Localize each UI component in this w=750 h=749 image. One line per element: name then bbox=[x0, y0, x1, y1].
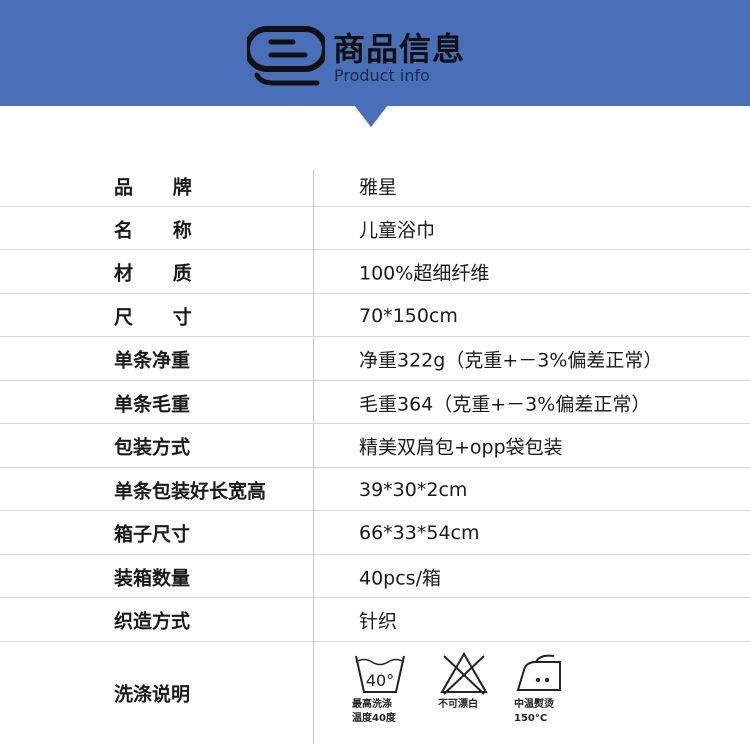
wash-40-icon: 40° bbox=[355, 655, 405, 693]
wash-temp-text: 40° bbox=[366, 671, 394, 690]
row-value: 毛重364（克重+－3%偏差正常） bbox=[359, 393, 651, 415]
table-row: 包装方式 精美双肩包+opp袋包装 bbox=[0, 424, 750, 468]
no-bleach-caption: 不可漂白 bbox=[438, 699, 478, 710]
row-label: 单条毛重 bbox=[114, 393, 191, 415]
row-value: 针织 bbox=[359, 610, 398, 633]
header-banner: 商品信息 Product info bbox=[0, 0, 750, 106]
row-label: 单条净重 bbox=[114, 349, 191, 372]
row-value: 66*33*54cm bbox=[359, 522, 480, 544]
wash-caption: 最高洗涤 温度40度 bbox=[352, 699, 396, 724]
row-label: 洗涤说明 bbox=[114, 683, 191, 706]
row-value: 净重322g（克重+－3%偏差正常） bbox=[359, 349, 663, 372]
care-item-wash: 40° 最高洗涤 温度40度 bbox=[352, 648, 432, 740]
table-row: 单条毛重 毛重364（克重+－3%偏差正常） bbox=[0, 381, 750, 424]
row-label: 箱子尺寸 bbox=[114, 523, 191, 546]
iron-medium-icon bbox=[516, 654, 561, 691]
row-label: 材 质 bbox=[114, 262, 192, 285]
row-value: 70*150cm bbox=[359, 304, 458, 327]
row-value: 儿童浴巾 bbox=[359, 219, 436, 241]
table-row: 织造方式 针织 bbox=[0, 598, 750, 642]
table-row: 品 牌 雅星 bbox=[0, 164, 750, 207]
row-label: 名 称 bbox=[114, 219, 192, 241]
table-row: 材 质 100%超细纤维 bbox=[0, 250, 750, 294]
row-label: 织造方式 bbox=[114, 610, 191, 633]
row-value: 39*30*2cm bbox=[359, 478, 468, 501]
table-row: 装箱数量 40pcs/箱 bbox=[0, 555, 750, 598]
row-value: 100%超细纤维 bbox=[359, 262, 490, 285]
page-title: 商品信息 bbox=[333, 30, 466, 68]
table-row: 尺 寸 70*150cm bbox=[0, 294, 750, 337]
care-symbols: 40° 最高洗涤 温度40度 不可漂白 中温熨烫 150°C bbox=[352, 648, 582, 740]
page-subtitle: Product info bbox=[334, 66, 430, 85]
table-row: 单条净重 净重322g（克重+－3%偏差正常） bbox=[0, 337, 750, 381]
row-value: 40pcs/箱 bbox=[359, 567, 441, 589]
care-item-iron: 中温熨烫 150°C bbox=[514, 648, 594, 740]
row-label: 品 牌 bbox=[114, 176, 192, 198]
table-row: 名 称 儿童浴巾 bbox=[0, 207, 750, 250]
banner-pointer bbox=[354, 105, 388, 127]
care-item-no-bleach: 不可漂白 bbox=[438, 648, 518, 740]
row-value: 精美双肩包+opp袋包装 bbox=[359, 436, 563, 459]
row-label: 装箱数量 bbox=[114, 567, 191, 589]
table-row: 箱子尺寸 66*33*54cm bbox=[0, 511, 750, 555]
no-bleach-icon bbox=[440, 652, 488, 695]
row-label: 单条包装好长宽高 bbox=[114, 480, 267, 502]
iron-caption: 中温熨烫 150°C bbox=[514, 699, 554, 724]
row-value: 雅星 bbox=[359, 176, 398, 198]
table-row: 单条包装好长宽高 39*30*2cm bbox=[0, 468, 750, 511]
row-label: 尺 寸 bbox=[114, 306, 192, 328]
product-info-icon bbox=[247, 26, 325, 86]
row-label: 包装方式 bbox=[114, 436, 191, 459]
